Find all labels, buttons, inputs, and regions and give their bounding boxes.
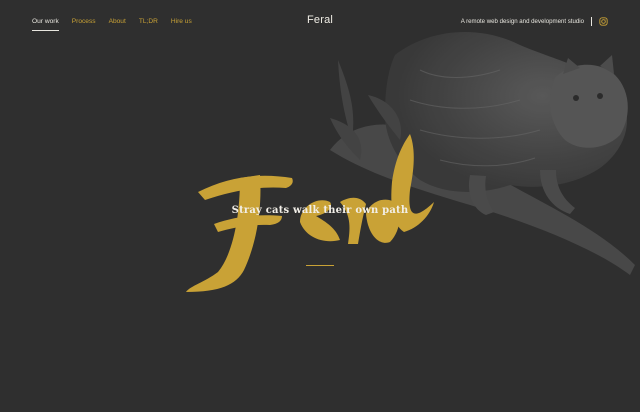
cat-illustration <box>330 32 635 276</box>
hero-headline: Stray cats walk their own path <box>231 205 409 216</box>
hero-divider <box>306 265 334 266</box>
